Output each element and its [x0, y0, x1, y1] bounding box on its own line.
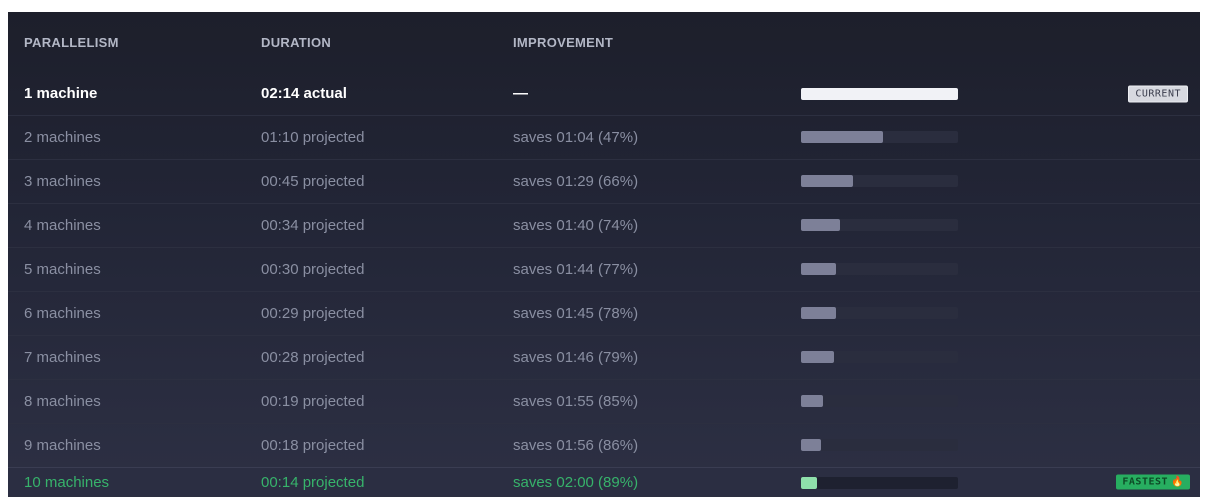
duration-bar: [801, 263, 836, 275]
improvement-cell: —: [513, 85, 528, 102]
current-badge: CURRENT: [1128, 85, 1188, 102]
duration-bar-track: [801, 477, 958, 489]
improvement-cell: saves 01:40 (74%): [513, 217, 639, 234]
table-row[interactable]: 3 machines 00:45 projected saves 01:29 (…: [8, 160, 1200, 204]
parallelism-cell: 5 machines: [24, 261, 101, 278]
duration-bar: [801, 88, 958, 100]
duration-bar: [801, 351, 834, 363]
improvement-cell: saves 01:46 (79%): [513, 349, 639, 366]
duration-bar-track: [801, 219, 958, 231]
parallelism-cell: 7 machines: [24, 349, 101, 366]
parallelism-cell: 3 machines: [24, 173, 101, 190]
duration-bar: [801, 439, 822, 451]
duration-bar-track: [801, 88, 958, 100]
duration-bar: [801, 307, 836, 319]
parallelism-cell: 6 machines: [24, 305, 101, 322]
duration-cell: 01:10 projected: [261, 129, 365, 146]
duration-bar-track: [801, 307, 958, 319]
duration-bar: [801, 175, 853, 187]
table-row[interactable]: 1 machine 02:14 actual — CURRENT: [8, 72, 1200, 116]
flame-icon: 🔥: [1171, 476, 1184, 488]
improvement-cell: saves 01:44 (77%): [513, 261, 639, 278]
header-improvement: IMPROVEMENT: [513, 34, 614, 50]
duration-cell: 00:18 projected: [261, 437, 365, 454]
duration-bar: [801, 131, 883, 143]
improvement-cell: saves 01:29 (66%): [513, 173, 639, 190]
parallelism-cell: 4 machines: [24, 217, 101, 234]
duration-cell: 00:30 projected: [261, 261, 365, 278]
table-row[interactable]: 9 machines 00:18 projected saves 01:56 (…: [8, 424, 1200, 468]
duration-cell: 00:28 projected: [261, 349, 365, 366]
improvement-cell: saves 01:56 (86%): [513, 437, 639, 454]
table-row-fastest[interactable]: 10 machines 00:14 projected saves 02:00 …: [8, 467, 1200, 497]
duration-bar-track: [801, 439, 958, 451]
duration-cell: 02:14 actual: [261, 85, 347, 102]
table-row[interactable]: 2 machines 01:10 projected saves 01:04 (…: [8, 116, 1200, 160]
header-parallelism: PARALLELISM: [24, 34, 119, 50]
table-row[interactable]: 7 machines 00:28 projected saves 01:46 (…: [8, 336, 1200, 380]
parallelism-cell: 1 machine: [24, 85, 98, 102]
parallelism-cell: 2 machines: [24, 129, 101, 146]
duration-cell: 00:14 projected: [261, 473, 365, 491]
duration-bar-track: [801, 131, 958, 143]
duration-cell: 00:34 projected: [261, 217, 365, 234]
duration-cell: 00:29 projected: [261, 305, 365, 322]
table-row[interactable]: 4 machines 00:34 projected saves 01:40 (…: [8, 204, 1200, 248]
table-header: PARALLELISM DURATION IMPROVEMENT: [8, 12, 1200, 72]
parallelism-cell: 8 machines: [24, 393, 101, 410]
duration-bar-track: [801, 175, 958, 187]
improvement-cell: saves 01:55 (85%): [513, 393, 639, 410]
table-row[interactable]: 5 machines 00:30 projected saves 01:44 (…: [8, 248, 1200, 292]
duration-bar: [801, 395, 823, 407]
improvement-cell: saves 02:00 (89%): [513, 473, 639, 491]
parallelism-cell: 10 machines: [24, 473, 110, 491]
fastest-badge-label: FASTEST: [1122, 476, 1169, 488]
fastest-badge: FASTEST 🔥: [1116, 474, 1190, 490]
table-row[interactable]: 6 machines 00:29 projected saves 01:45 (…: [8, 292, 1200, 336]
duration-bar-track: [801, 351, 958, 363]
duration-bar: [801, 477, 817, 489]
duration-bar-track: [801, 395, 958, 407]
parallelism-table: PARALLELISM DURATION IMPROVEMENT 1 machi…: [8, 12, 1200, 497]
improvement-cell: saves 01:04 (47%): [513, 129, 639, 146]
parallelism-cell: 9 machines: [24, 437, 101, 454]
duration-bar-track: [801, 263, 958, 275]
duration-bar: [801, 219, 841, 231]
header-duration: DURATION: [261, 34, 332, 50]
table-row[interactable]: 8 machines 00:19 projected saves 01:55 (…: [8, 380, 1200, 424]
duration-cell: 00:45 projected: [261, 173, 365, 190]
duration-cell: 00:19 projected: [261, 393, 365, 410]
improvement-cell: saves 01:45 (78%): [513, 305, 639, 322]
